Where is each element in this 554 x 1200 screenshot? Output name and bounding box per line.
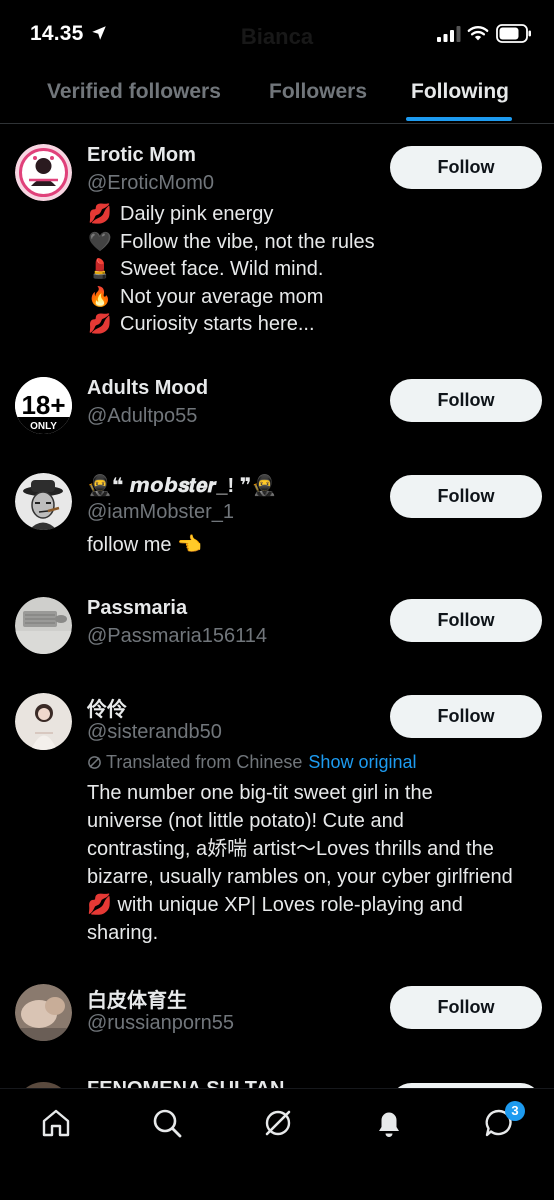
bio-line: 🔥 Not your average mom [87,284,545,312]
follow-button[interactable]: Follow [390,146,542,189]
wifi-icon [467,26,489,41]
display-name[interactable]: Erotic Mom [87,144,196,167]
bio-line: 💋 Daily pink energy [87,201,545,229]
translated-label: Translated from Chinese [106,752,303,772]
display-name[interactable]: 白皮体育生 [87,984,187,1013]
follow-tabs: Verified followers Followers Following [0,64,554,124]
username[interactable]: @sisterandb50 [87,721,222,744]
display-name[interactable]: 🥷❝ 𝙢𝙤𝙗𝒔𝒕𝒆𝒓_! ❞🥷 [87,473,276,498]
lipstick-icon: 💄 [88,259,112,280]
bio: 💋 Daily pink energy 🖤 Follow the vibe, not… [87,201,545,339]
follow-button[interactable]: Follow [390,475,542,518]
bio-line: universe (not little potato)! Cute and [87,810,404,832]
bio-line: The number one big-tit sweet girl in the [87,782,433,804]
svg-text:ONLY: ONLY [30,421,57,432]
black-heart-icon: 🖤 [88,231,112,253]
username[interactable]: @iamMobster_1 [87,501,234,524]
home-icon[interactable] [40,1107,72,1139]
avatar[interactable] [15,984,72,1041]
adults-only-badge-icon: 18+ ONLY [15,377,72,434]
bio: The number one big-tit sweet girl in the… [87,779,547,947]
kiss-mark-icon: 💋 [88,204,112,225]
username[interactable]: @russianporn55 [87,1012,234,1035]
bio-line: 💄 Sweet face. Wild mind. [87,256,545,284]
search-icon[interactable] [151,1107,183,1139]
erotic-mom-logo-icon [15,144,72,201]
show-original-link[interactable]: Show original [308,752,416,772]
username[interactable]: @EroticMom0 [87,172,214,195]
tab-following[interactable]: Following [411,80,509,104]
fire-icon: 🔥 [88,286,112,308]
messages-badge: 3 [505,1101,525,1121]
keyboard-photo-icon [15,597,72,654]
display-name[interactable]: 伶伶 [87,693,127,722]
mobster-portrait-icon [15,473,72,530]
battery-icon [496,24,531,43]
bio-line: 🖤 Follow the vibe, not the rules [87,229,545,257]
follow-button[interactable]: Follow [390,599,542,642]
bio-line: 💋 Curiosity starts here... [87,311,545,339]
tab-followers[interactable]: Followers [269,80,367,104]
display-name[interactable]: Adults Mood [87,377,208,400]
bio-line: sharing. [87,922,159,944]
svg-text:18+: 18+ [21,390,65,420]
grok-icon[interactable] [262,1107,294,1139]
bottom-navigation [0,1088,554,1200]
kiss-mark-icon: 💋 [88,314,112,335]
bio-line: bizarre, usually rambles on, your cyber … [87,866,513,888]
username[interactable]: @Adultpo55 [87,405,197,428]
cellular-signal-icon [437,26,461,42]
translate-icon [88,756,101,769]
avatar[interactable] [15,693,72,750]
tab-verified-followers[interactable]: Verified followers [47,80,221,104]
bio-line: 💋 with unique XP| Loves role-playing and [87,894,463,916]
avatar[interactable] [15,473,72,530]
profile-photo-icon [15,693,72,750]
translation-note: Translated from Chinese Show original [87,752,416,773]
avatar[interactable]: 18+ ONLY [15,377,72,434]
avatar[interactable] [15,597,72,654]
display-name[interactable]: Passmaria [87,597,187,620]
status-bar: 14.35 Bianca [0,0,554,64]
username[interactable]: @Passmaria156114 [87,625,267,648]
bio-line: contrasting, a娇喘 artist～Loves thrills an… [87,838,494,860]
notifications-icon[interactable] [373,1107,405,1139]
bio: follow me 👈 [87,534,202,556]
active-tab-indicator [406,117,512,121]
follow-button[interactable]: Follow [390,695,542,738]
avatar[interactable] [15,144,72,201]
profile-photo-icon [15,984,72,1041]
follow-button[interactable]: Follow [390,379,542,422]
follow-button[interactable]: Follow [390,986,542,1029]
